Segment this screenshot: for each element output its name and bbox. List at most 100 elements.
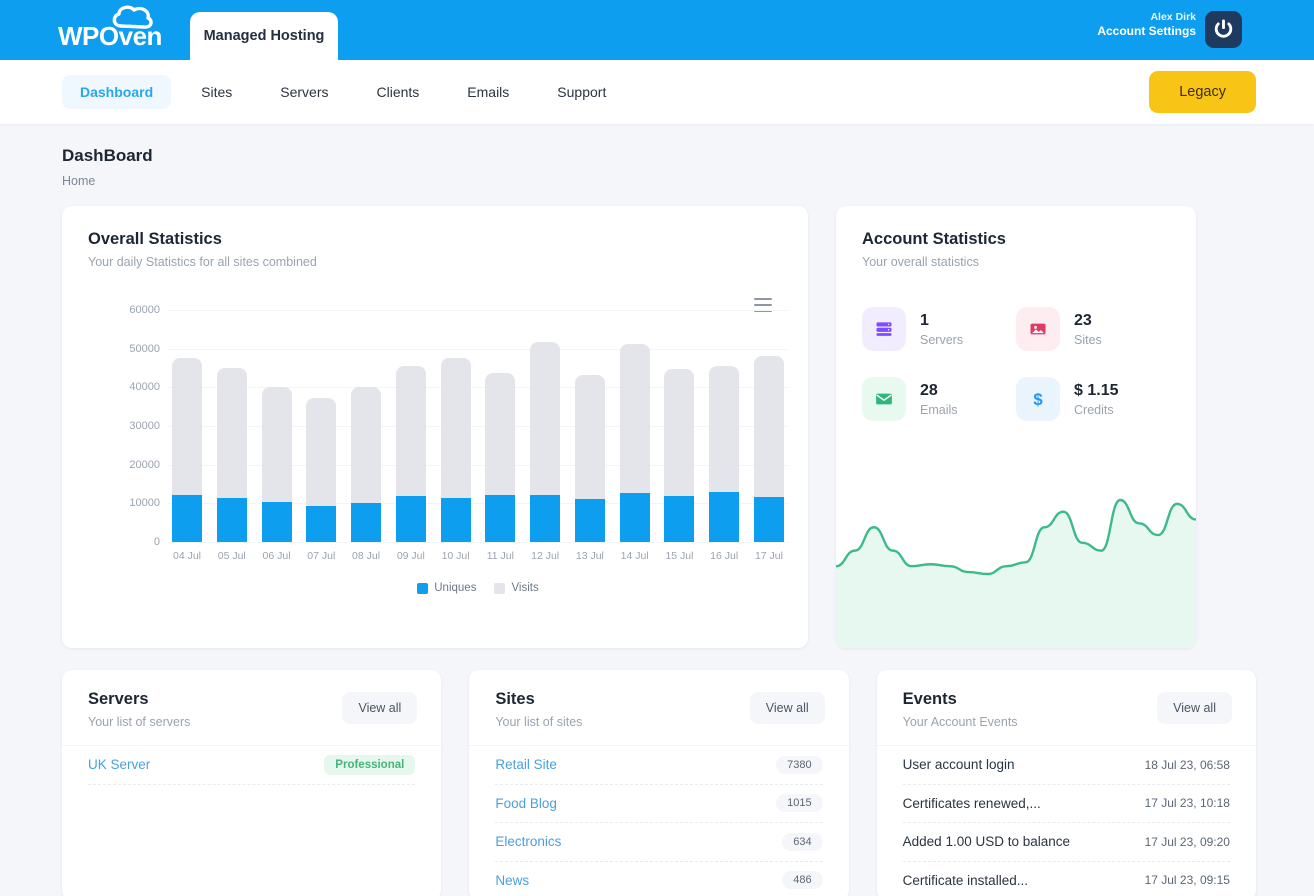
page-body: DashBoard Home Overall Statistics Your d… xyxy=(0,124,1314,896)
event-timestamp: 17 Jul 23, 09:15 xyxy=(1145,873,1230,887)
event-text: Certificate installed... xyxy=(903,873,1028,888)
nav-item-emails[interactable]: Emails xyxy=(449,75,527,109)
chart-bar-column[interactable] xyxy=(664,310,694,542)
chart-bar-uniques xyxy=(754,497,784,542)
nav-item-clients[interactable]: Clients xyxy=(358,75,437,109)
status-badge: Professional xyxy=(324,755,415,775)
chart-bar-uniques xyxy=(530,495,560,542)
chart-bar-column[interactable] xyxy=(306,310,336,542)
power-icon xyxy=(1212,18,1235,41)
chart-legend-item[interactable]: Uniques xyxy=(417,582,476,594)
chart-legend-label: Visits xyxy=(511,582,538,594)
dollar-icon: $ xyxy=(1016,377,1060,421)
chart-bar-column[interactable] xyxy=(620,310,650,542)
table-row[interactable]: UK Server Professional xyxy=(88,746,415,785)
chart-x-tick: 15 Jul xyxy=(664,550,694,562)
stat-emails-value: 28 xyxy=(920,382,958,400)
chart-bar-column[interactable] xyxy=(351,310,381,542)
events-view-all-button[interactable]: View all xyxy=(1157,692,1232,724)
chart-bar-column[interactable] xyxy=(575,310,605,542)
events-list: User account login18 Jul 23, 06:58Certif… xyxy=(877,746,1256,896)
site-name-link[interactable]: Electronics xyxy=(495,834,561,849)
chart-x-axis: 04 Jul05 Jul06 Jul07 Jul08 Jul09 Jul10 J… xyxy=(168,550,788,562)
chart-bar-column[interactable] xyxy=(530,310,560,542)
site-visit-count: 486 xyxy=(782,871,822,889)
account-statistics-subtitle: Your overall statistics xyxy=(862,255,1170,269)
site-name-link[interactable]: Retail Site xyxy=(495,757,557,772)
chart-bar-uniques xyxy=(306,506,336,542)
table-row[interactable]: Certificate installed... 17 Jul 23, 09:15 xyxy=(903,862,1230,896)
stat-servers-value: 1 xyxy=(920,312,963,330)
chart-x-tick: 04 Jul xyxy=(172,550,202,562)
chart-bar-column[interactable] xyxy=(441,310,471,542)
top-bar: WPOven Managed Hosting Alex Dirk Account… xyxy=(0,0,1314,60)
account-statistics-card: Account Statistics Your overall statisti… xyxy=(836,206,1196,648)
chart-bar-column[interactable] xyxy=(396,310,426,542)
overall-statistics-header: Overall Statistics Your daily Statistics… xyxy=(62,206,808,269)
sites-panel-header: Sites Your list of sites View all xyxy=(469,670,848,746)
server-name-link[interactable]: UK Server xyxy=(88,757,150,772)
nav-item-servers[interactable]: Servers xyxy=(262,75,346,109)
table-row[interactable]: Food Blog 1015 xyxy=(495,785,822,824)
event-timestamp: 17 Jul 23, 09:20 xyxy=(1145,835,1230,849)
events-panel: Events Your Account Events View all User… xyxy=(877,670,1256,896)
chart-legend-label: Uniques xyxy=(434,582,476,594)
servers-view-all-button[interactable]: View all xyxy=(342,692,417,724)
chart-bar-column[interactable] xyxy=(754,310,784,542)
breadcrumb[interactable]: Home xyxy=(62,174,1256,188)
table-row[interactable]: Certificates renewed,...17 Jul 23, 10:18 xyxy=(903,785,1230,824)
chart-y-tick: 20000 xyxy=(129,459,160,471)
legacy-button[interactable]: Legacy xyxy=(1149,71,1256,113)
chart-bar-column[interactable] xyxy=(485,310,515,542)
event-text: Added 1.00 USD to balance xyxy=(903,834,1070,849)
nav-item-dashboard[interactable]: Dashboard xyxy=(62,75,171,109)
nav-item-support[interactable]: Support xyxy=(539,75,624,109)
nav-label-clients: Clients xyxy=(376,84,419,100)
site-visit-count: 7380 xyxy=(776,756,822,774)
site-visit-count: 1015 xyxy=(776,794,822,812)
account-sparkline-chart xyxy=(836,443,1196,648)
table-row[interactable]: User account login18 Jul 23, 06:58 xyxy=(903,746,1230,785)
chart-x-tick: 12 Jul xyxy=(530,550,560,562)
sites-view-all-button[interactable]: View all xyxy=(750,692,825,724)
account-info[interactable]: Alex Dirk Account Settings xyxy=(1097,11,1196,39)
table-row[interactable]: News 486 xyxy=(495,862,822,896)
chart-x-tick: 05 Jul xyxy=(217,550,247,562)
sparkline-area-fill xyxy=(836,500,1196,648)
table-row[interactable]: Retail Site 7380 xyxy=(495,746,822,785)
overall-statistics-title: Overall Statistics xyxy=(88,230,782,249)
chart-y-tick: 40000 xyxy=(129,381,160,393)
stat-sites[interactable]: 23 Sites xyxy=(1016,307,1170,351)
bar-chart: 0100002000030000400005000060000 04 Jul 05… xyxy=(88,310,788,610)
chart-bar-uniques xyxy=(351,503,381,542)
nav-item-sites[interactable]: Sites xyxy=(183,75,250,109)
chart-legend: Uniques Visits xyxy=(168,582,788,594)
chart-bar-column[interactable] xyxy=(217,310,247,542)
site-visit-count: 634 xyxy=(782,833,822,851)
dollar-glyph: $ xyxy=(1028,389,1048,409)
tab-managed-hosting[interactable]: Managed Hosting xyxy=(190,12,338,60)
chart-x-tick: 08 Jul xyxy=(351,550,381,562)
chart-y-axis: 0100002000030000400005000060000 xyxy=(88,310,160,542)
chart-bar-uniques xyxy=(485,495,515,542)
chart-bar-column[interactable] xyxy=(262,310,292,542)
chart-x-tick: 11 Jul xyxy=(485,550,515,562)
stat-credits-value: $ 1.15 xyxy=(1074,382,1118,400)
site-name-link[interactable]: Food Blog xyxy=(495,796,557,811)
table-row[interactable]: Added 1.00 USD to balance 17 Jul 23, 09:2… xyxy=(903,823,1230,862)
event-text: Certificates renewed,... xyxy=(903,796,1041,811)
chart-bar-column[interactable] xyxy=(709,310,739,542)
page-title: DashBoard xyxy=(62,146,1256,166)
stat-emails[interactable]: 28 Emails xyxy=(862,377,1016,421)
wpoven-logo[interactable]: WPOven xyxy=(58,4,188,56)
chart-legend-item[interactable]: Visits xyxy=(494,582,538,594)
nav-label-servers: Servers xyxy=(280,84,328,100)
stat-credits[interactable]: $ $ 1.15 Credits xyxy=(1016,377,1170,421)
table-row[interactable]: Electronics 634 xyxy=(495,823,822,862)
image-glyph xyxy=(1028,319,1048,339)
site-name-link[interactable]: News xyxy=(495,873,529,888)
chart-x-tick: 07 Jul xyxy=(306,550,336,562)
avatar[interactable] xyxy=(1205,11,1242,48)
stat-servers[interactable]: 1 Servers xyxy=(862,307,1016,351)
chart-bar-column[interactable] xyxy=(172,310,202,542)
